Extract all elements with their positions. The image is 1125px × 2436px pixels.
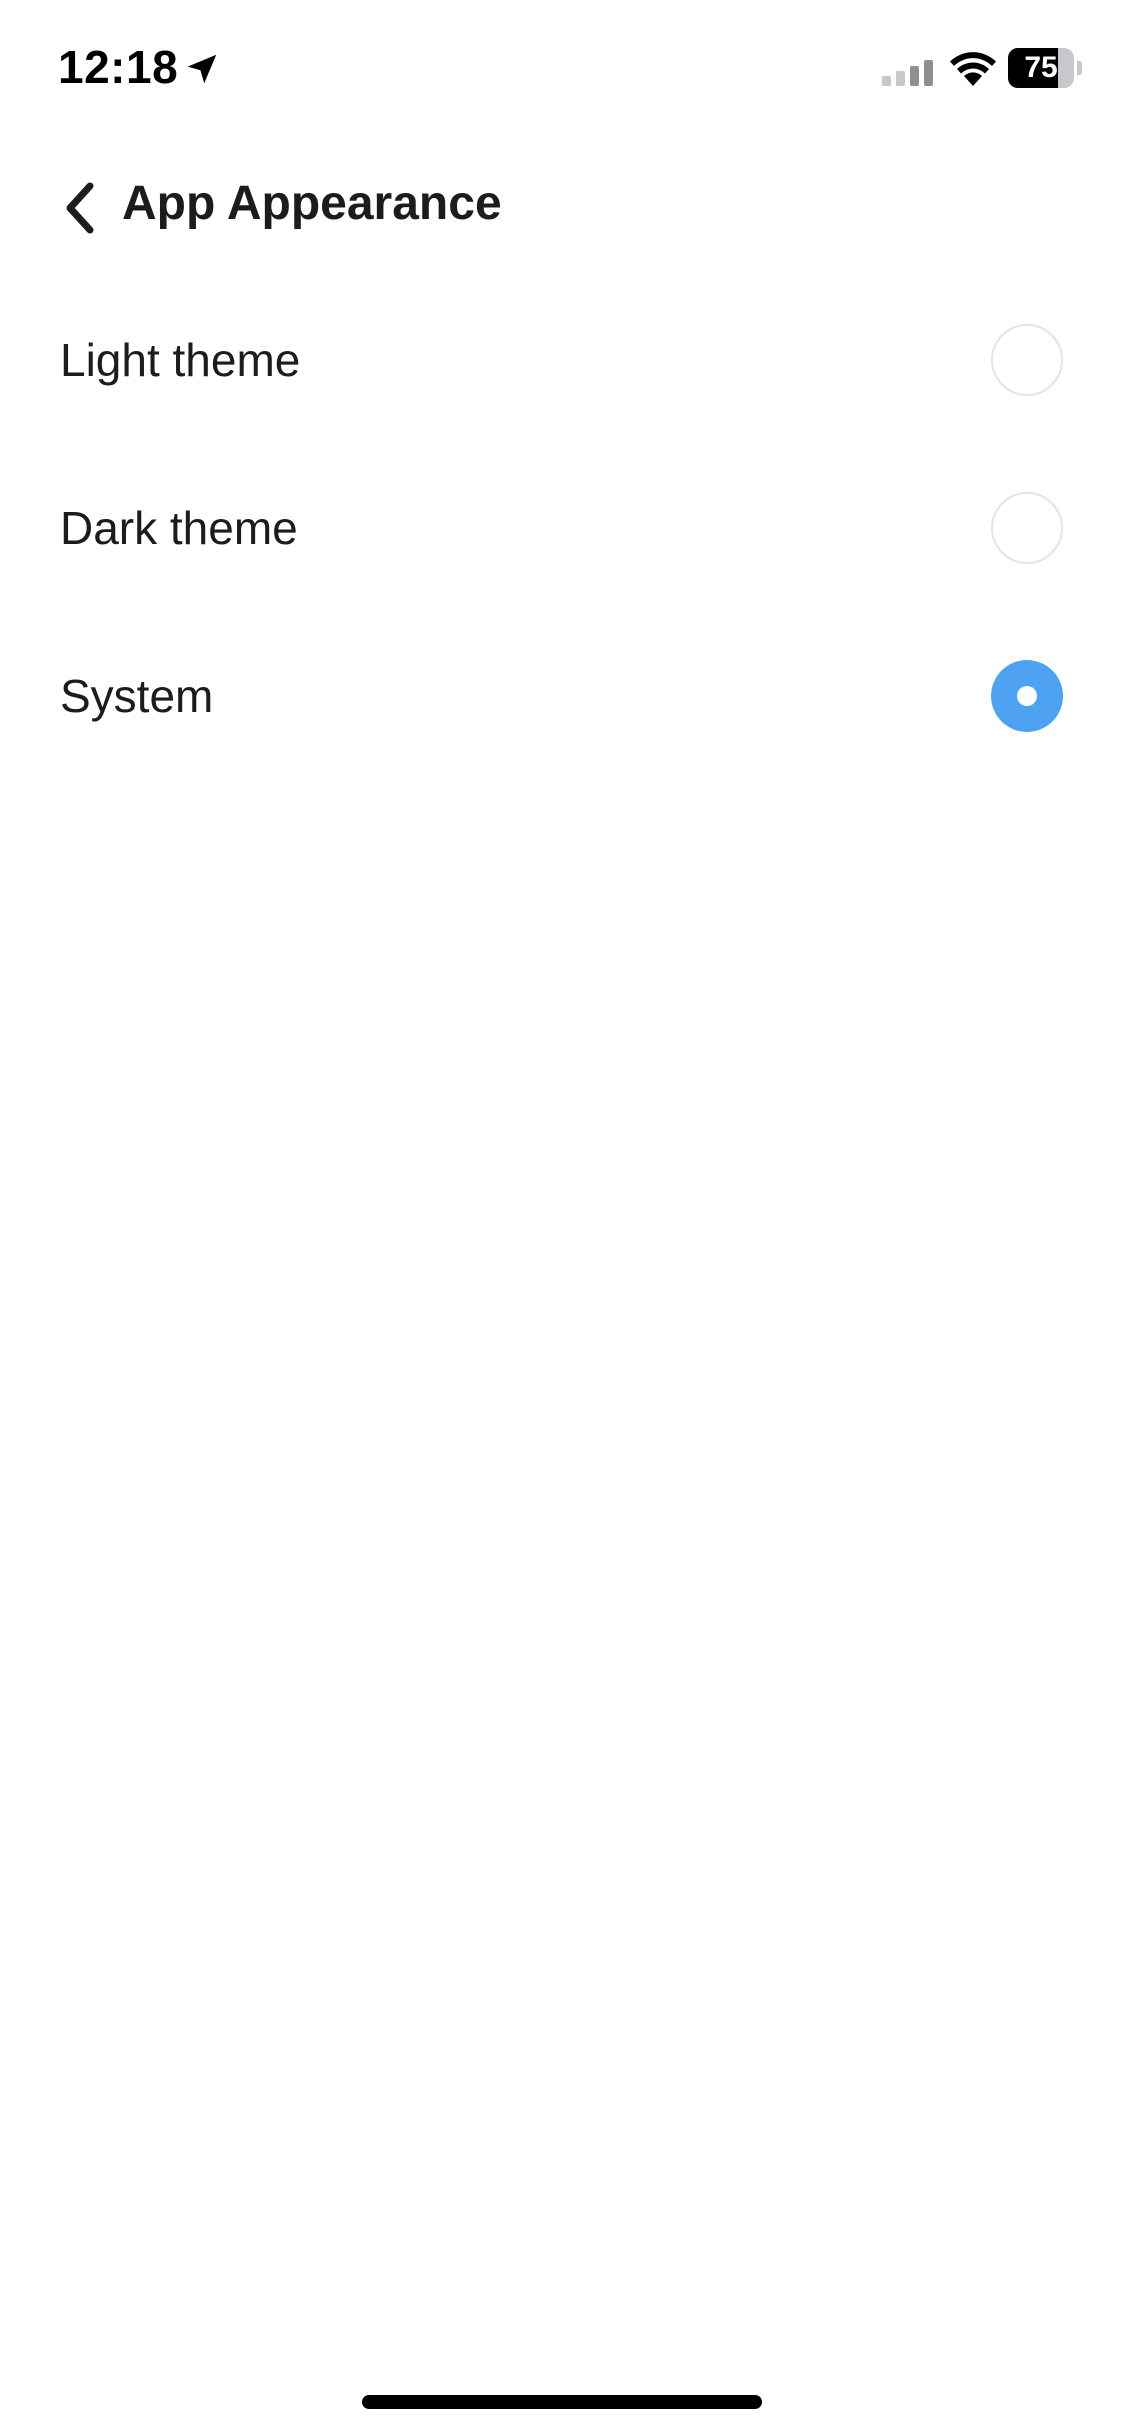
theme-option-system[interactable]: System	[0, 636, 1125, 804]
option-label: System	[60, 670, 214, 722]
radio-button[interactable]	[991, 660, 1063, 732]
back-button[interactable]	[40, 168, 120, 248]
chevron-left-icon	[66, 182, 94, 234]
page-title: App Appearance	[122, 177, 502, 230]
battery-percent: 75	[1024, 51, 1058, 84]
theme-options-list: Light theme Dark theme System	[0, 300, 1125, 804]
status-bar: 12:18 75	[0, 0, 1125, 140]
option-label: Dark theme	[60, 502, 298, 554]
wifi-icon	[950, 52, 996, 86]
theme-option-light[interactable]: Light theme	[0, 300, 1125, 468]
radio-button[interactable]	[991, 492, 1063, 564]
status-time: 12:18	[58, 41, 179, 93]
battery-icon: 75	[1008, 48, 1082, 88]
home-indicator	[362, 2395, 762, 2409]
theme-option-dark[interactable]: Dark theme	[0, 468, 1125, 636]
location-arrow-icon	[187, 54, 217, 84]
radio-dot	[1017, 686, 1037, 706]
cellular-signal-icon	[882, 60, 933, 86]
option-label: Light theme	[60, 334, 301, 386]
radio-button[interactable]	[991, 324, 1063, 396]
